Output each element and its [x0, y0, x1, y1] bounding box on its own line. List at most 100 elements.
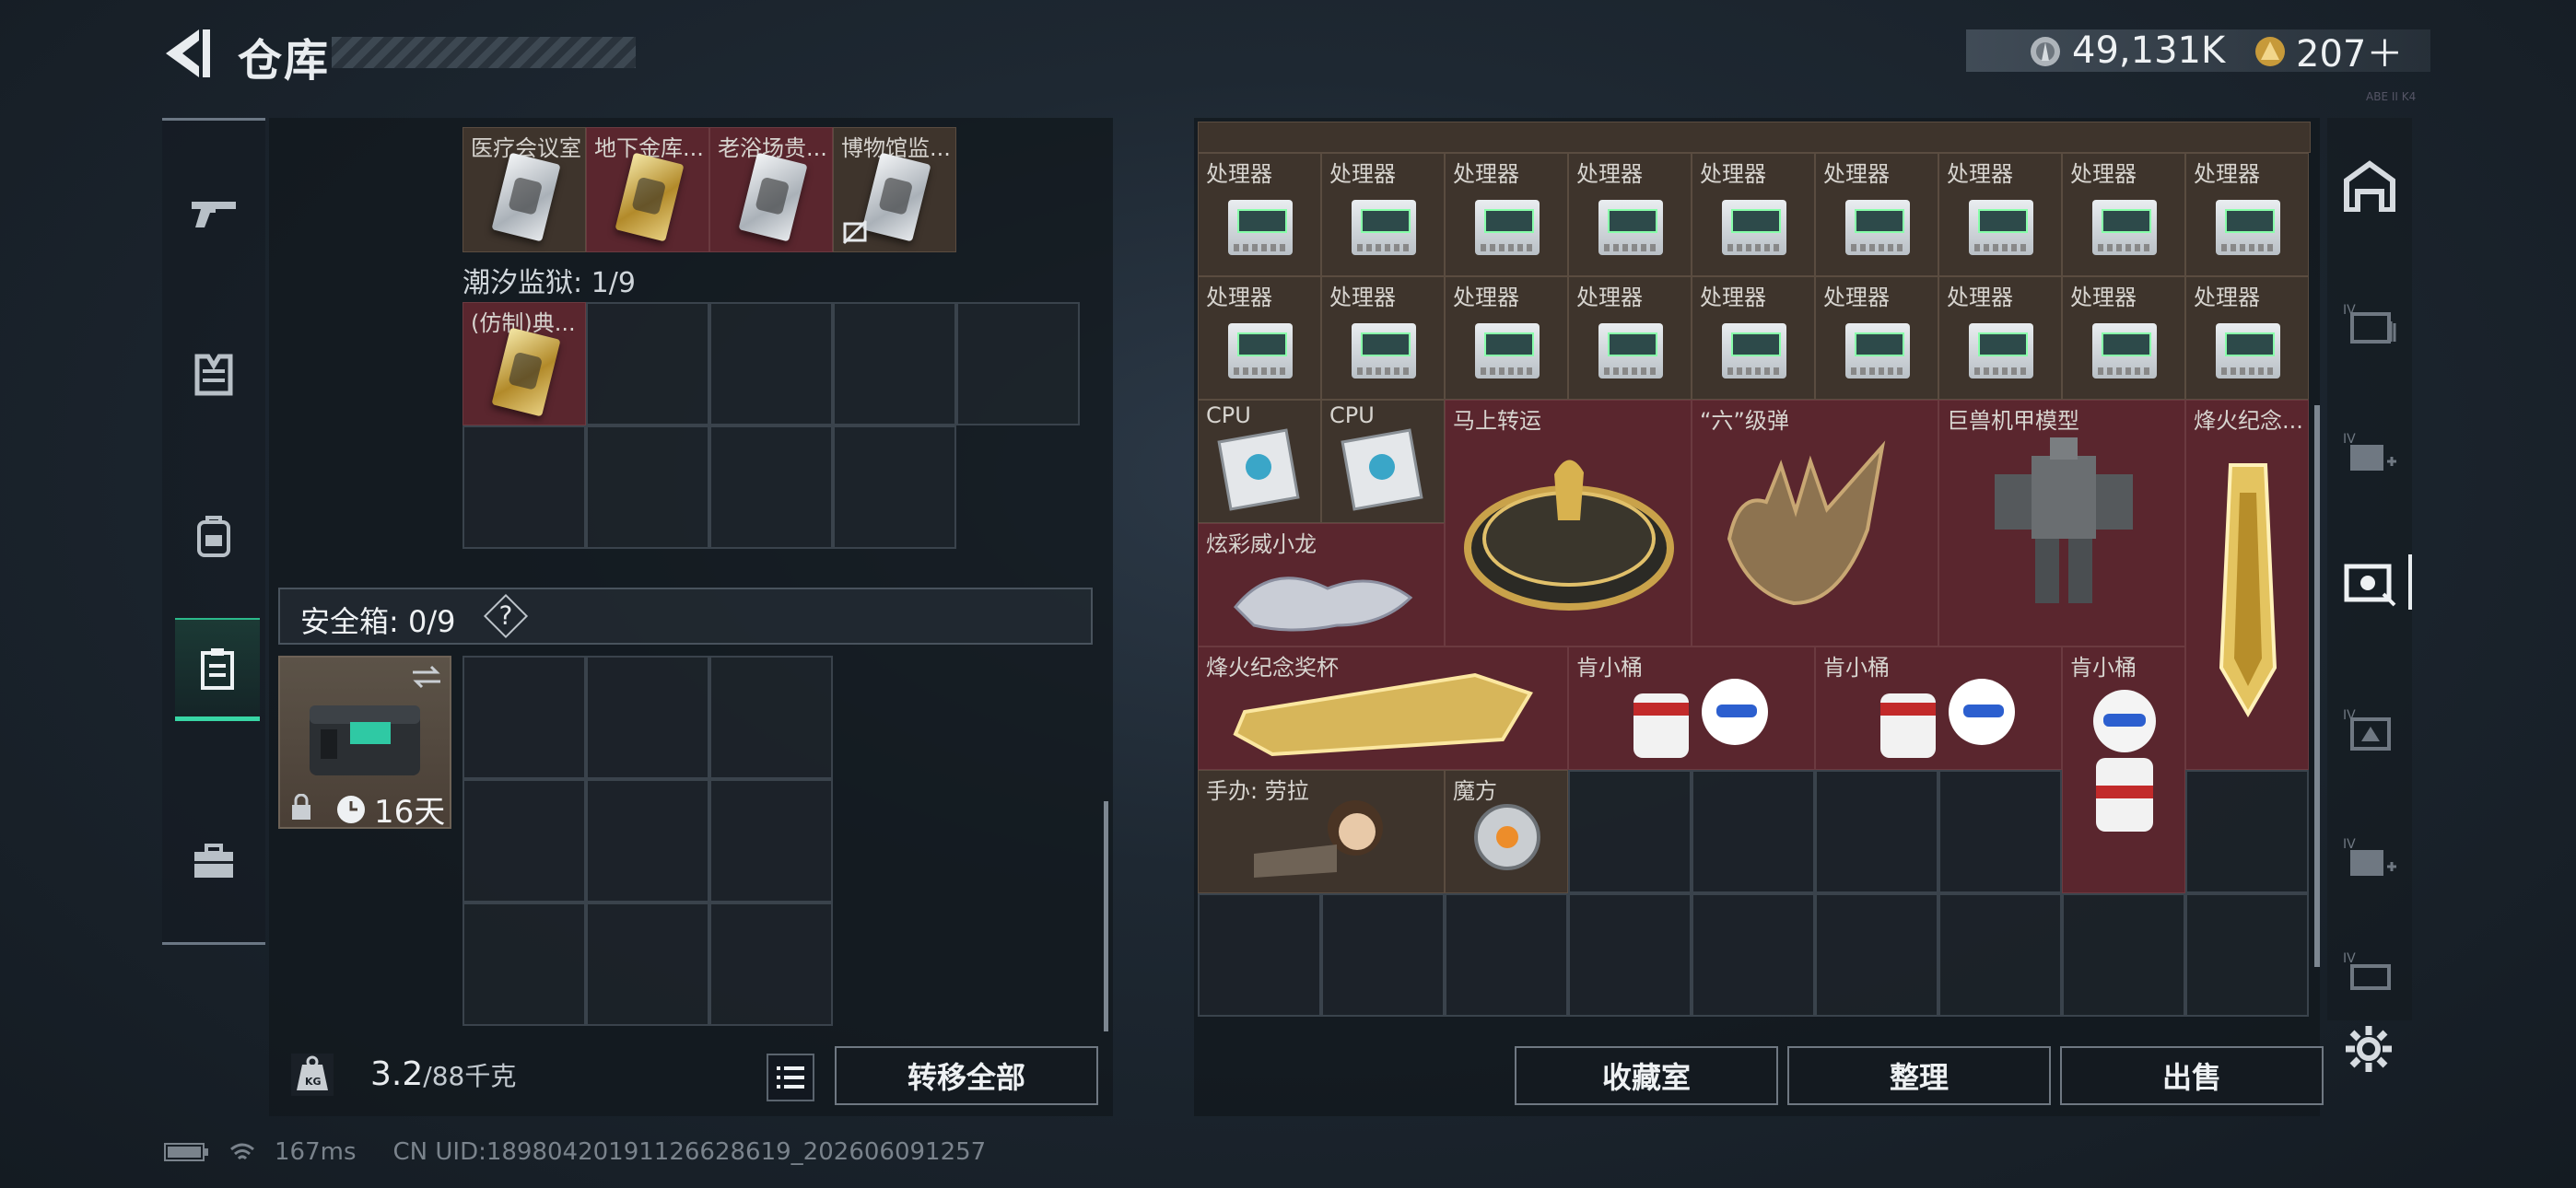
empty-slot[interactable]	[2185, 893, 2309, 1017]
empty-slot[interactable]	[833, 425, 956, 549]
safe-slot[interactable]	[586, 779, 709, 903]
processor-item[interactable]: 处理器	[1692, 153, 1815, 276]
tab-home-base[interactable]	[2327, 131, 2412, 241]
safe-slot[interactable]	[709, 779, 833, 903]
empty-slot[interactable]	[1938, 770, 2062, 893]
toolbox-icon	[194, 844, 233, 878]
sell-button[interactable]: 出售	[2060, 1046, 2324, 1105]
tab-warehouse-iv-4[interactable]: IV	[2327, 917, 2412, 1028]
list-view-button[interactable]	[767, 1054, 814, 1101]
safe-slot[interactable]	[586, 656, 709, 779]
keycard-slot-2[interactable]: 地下金库...	[586, 127, 709, 252]
processor-item[interactable]: 处理器	[2185, 153, 2309, 276]
processor-image	[1598, 200, 1663, 255]
processor-item[interactable]: 处理器	[2062, 153, 2185, 276]
empty-slot[interactable]	[1692, 893, 1815, 1017]
kg-weight-icon: KG	[297, 1055, 328, 1090]
processor-item[interactable]: 处理器	[1938, 153, 2062, 276]
keycard-slot-4[interactable]: 博物馆监...	[833, 127, 956, 252]
safe-slot[interactable]	[463, 779, 586, 903]
safe-slot[interactable]	[709, 903, 833, 1026]
safe-slot[interactable]	[463, 903, 586, 1026]
empty-slot[interactable]	[956, 302, 1080, 425]
keycard-prison[interactable]: (仿制)典...	[463, 302, 586, 425]
tab-warehouse-iv-3[interactable]: IV	[2327, 674, 2412, 785]
empty-slot[interactable]	[709, 302, 833, 425]
swap-icon[interactable]	[409, 663, 444, 691]
gold-currency-value[interactable]: 207＋	[2296, 29, 2403, 76]
tab-warehouse-iv-add[interactable]: IV	[2327, 398, 2412, 508]
ping-text: 167ms	[275, 1138, 357, 1166]
processor-item[interactable]: 处理器	[2185, 276, 2309, 400]
safe-slot[interactable]	[463, 656, 586, 779]
processor-image	[1845, 323, 1910, 379]
processor-item[interactable]: 处理器	[1568, 153, 1692, 276]
processor-item[interactable]: 处理器	[1815, 276, 1938, 400]
settings-gear-icon[interactable]	[2344, 1024, 2394, 1074]
safe-slot[interactable]	[586, 903, 709, 1026]
processor-item[interactable]: 处理器	[1321, 153, 1445, 276]
item-six-bullet[interactable]: “六”级弹	[1692, 400, 1938, 646]
empty-slot[interactable]	[709, 425, 833, 549]
empty-slot[interactable]	[1321, 893, 1445, 1017]
processor-item[interactable]: 处理器	[1445, 276, 1568, 400]
empty-slot[interactable]	[1198, 893, 1321, 1017]
nav-firearm[interactable]	[162, 161, 265, 264]
item-figure[interactable]: 手办: 劳拉	[1198, 770, 1445, 893]
empty-slot[interactable]	[586, 425, 709, 549]
cpu-item[interactable]: CPU	[1198, 400, 1321, 523]
processor-item[interactable]: 处理器	[2062, 276, 2185, 400]
processor-item[interactable]: 处理器	[1568, 276, 1692, 400]
processor-item[interactable]: 处理器	[1198, 276, 1321, 400]
tab-warehouse-iv-1[interactable]: IV	[2327, 269, 2412, 379]
empty-slot[interactable]	[1938, 893, 2062, 1017]
empty-slot[interactable]	[586, 302, 709, 425]
processor-item[interactable]: 处理器	[1198, 153, 1321, 276]
help-button[interactable]: ?	[483, 593, 529, 639]
nav-backpack[interactable]	[162, 485, 265, 588]
processor-item[interactable]: 处理器	[1692, 276, 1815, 400]
empty-slot[interactable]	[1692, 770, 1815, 893]
processor-item[interactable]: 处理器	[1938, 276, 2062, 400]
transfer-all-button[interactable]: 转移全部	[835, 1046, 1098, 1105]
item-bucket[interactable]: 肯小桶	[1815, 646, 2062, 770]
processor-item[interactable]: 处理器	[1445, 153, 1568, 276]
item-cube[interactable]: 魔方	[1445, 770, 1568, 893]
back-button[interactable]	[158, 24, 214, 83]
processor-item[interactable]: 处理器	[1815, 153, 1938, 276]
empty-slot[interactable]	[2062, 893, 2185, 1017]
empty-slot[interactable]	[1815, 893, 1938, 1017]
nav-toolbox[interactable]	[162, 809, 265, 913]
collection-room-button[interactable]: 收藏室	[1515, 1046, 1778, 1105]
empty-slot[interactable]	[1568, 893, 1692, 1017]
left-scrollbar[interactable]	[1104, 801, 1108, 1031]
keycard-image	[491, 152, 561, 242]
tab-warehouse-iv-add-2[interactable]: IV	[2327, 803, 2412, 914]
right-scrollbar[interactable]	[2314, 405, 2320, 967]
cpu-item[interactable]: CPU	[1321, 400, 1445, 523]
item-dragon[interactable]: 炫彩威小龙	[1198, 523, 1445, 646]
keycard-slot-1[interactable]: 医疗会议室	[463, 127, 586, 252]
item-horse[interactable]: 马上转运	[1445, 400, 1692, 646]
nav-safe-case[interactable]	[175, 618, 260, 721]
processor-item[interactable]: 处理器	[1321, 276, 1445, 400]
tab-warehouse-active[interactable]	[2327, 527, 2412, 637]
bucket-figure-image	[1816, 647, 2061, 769]
safe-slot[interactable]	[709, 656, 833, 779]
empty-slot[interactable]	[2185, 770, 2309, 893]
sort-button[interactable]: 整理	[1787, 1046, 2051, 1105]
empty-slot[interactable]	[833, 302, 956, 425]
empty-slot[interactable]	[1568, 770, 1692, 893]
empty-slot[interactable]	[463, 425, 586, 549]
item-beacon-statue[interactable]: 烽火纪念...	[2185, 400, 2309, 770]
empty-slot[interactable]	[1815, 770, 1938, 893]
item-trophy[interactable]: 烽火纪念奖杯	[1198, 646, 1568, 770]
empty-slot[interactable]	[1445, 893, 1568, 1017]
item-bucket[interactable]: 肯小桶	[1568, 646, 1815, 770]
keycard-slot-3[interactable]: 老浴场贵...	[709, 127, 833, 252]
item-mech-model[interactable]: 巨兽机甲模型	[1938, 400, 2185, 646]
weight-capacity: /88千克	[423, 1061, 517, 1091]
safe-box-item[interactable]: 16天	[278, 656, 451, 831]
item-bucket[interactable]: 肯小桶	[2062, 646, 2185, 893]
nav-armor[interactable]	[162, 323, 265, 426]
